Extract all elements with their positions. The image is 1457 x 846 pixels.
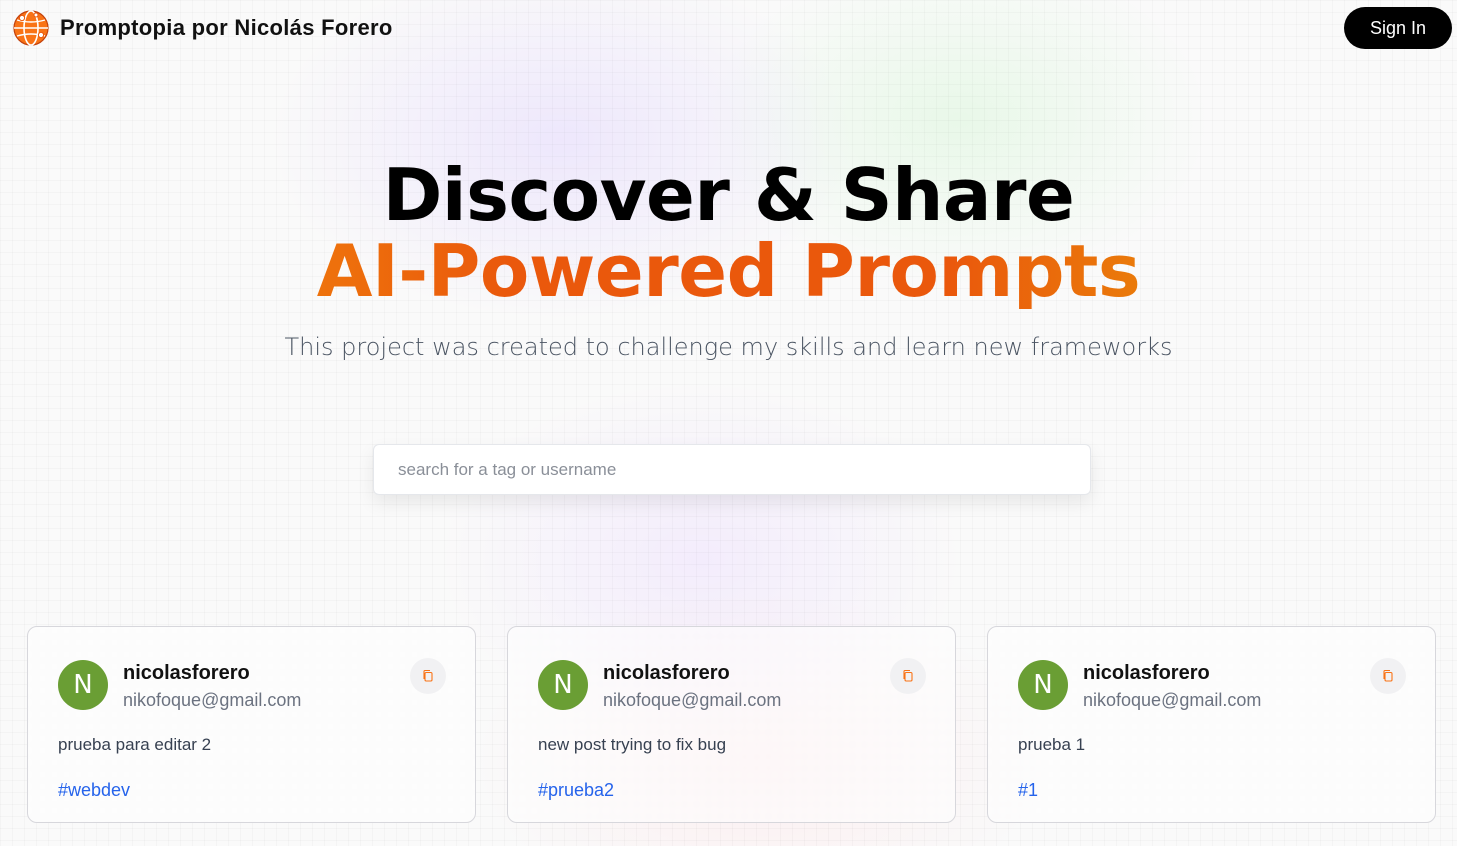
- prompt-card: N nicolasforero nikofoque@gmail.com prue…: [27, 626, 476, 823]
- prompt-card: N nicolasforero nikofoque@gmail.com new …: [507, 626, 956, 823]
- card-prompt: prueba 1: [1018, 735, 1086, 754]
- card-email: nikofoque@gmail.com: [603, 690, 782, 710]
- copy-button[interactable]: [1370, 658, 1406, 694]
- prompt-card: N nicolasforero nikofoque@gmail.com prue…: [987, 626, 1436, 823]
- card-prompt: new post trying to fix bug: [538, 735, 727, 754]
- copy-button[interactable]: [890, 658, 926, 694]
- card-prompt: prueba para editar 2: [58, 735, 212, 754]
- avatar[interactable]: N: [1018, 660, 1068, 710]
- globe-network-icon[interactable]: [12, 9, 50, 47]
- search-form: [373, 444, 1091, 495]
- copy-button[interactable]: [410, 658, 446, 694]
- hero-title-line1: Discover & Share: [382, 153, 1075, 237]
- card-tag[interactable]: #1: [1018, 780, 1038, 801]
- card-username[interactable]: nicolasforero: [603, 662, 730, 685]
- hero-title: Discover & Share AI-Powered Prompts: [0, 157, 1457, 310]
- card-email: nikofoque@gmail.com: [123, 690, 302, 710]
- navbar: Promptopia por Nicolás Forero Sign In: [0, 0, 1457, 56]
- copy-icon: [903, 669, 913, 682]
- card-tag[interactable]: #webdev: [58, 780, 130, 801]
- avatar[interactable]: N: [58, 660, 108, 710]
- copy-icon: [1383, 669, 1393, 682]
- search-input[interactable]: [374, 445, 1090, 494]
- brand-name[interactable]: Promptopia por Nicolás Forero: [60, 15, 393, 41]
- card-tag[interactable]: #prueba2: [538, 780, 614, 801]
- sign-in-button[interactable]: Sign In: [1344, 7, 1452, 49]
- copy-icon: [423, 669, 433, 682]
- card-username[interactable]: nicolasforero: [123, 662, 250, 685]
- hero-subtitle: This project was created to challenge my…: [284, 333, 1173, 361]
- hero-title-line2: AI-Powered Prompts: [0, 233, 1457, 310]
- avatar[interactable]: N: [538, 660, 588, 710]
- card-email: nikofoque@gmail.com: [1083, 690, 1262, 710]
- card-username[interactable]: nicolasforero: [1083, 662, 1210, 685]
